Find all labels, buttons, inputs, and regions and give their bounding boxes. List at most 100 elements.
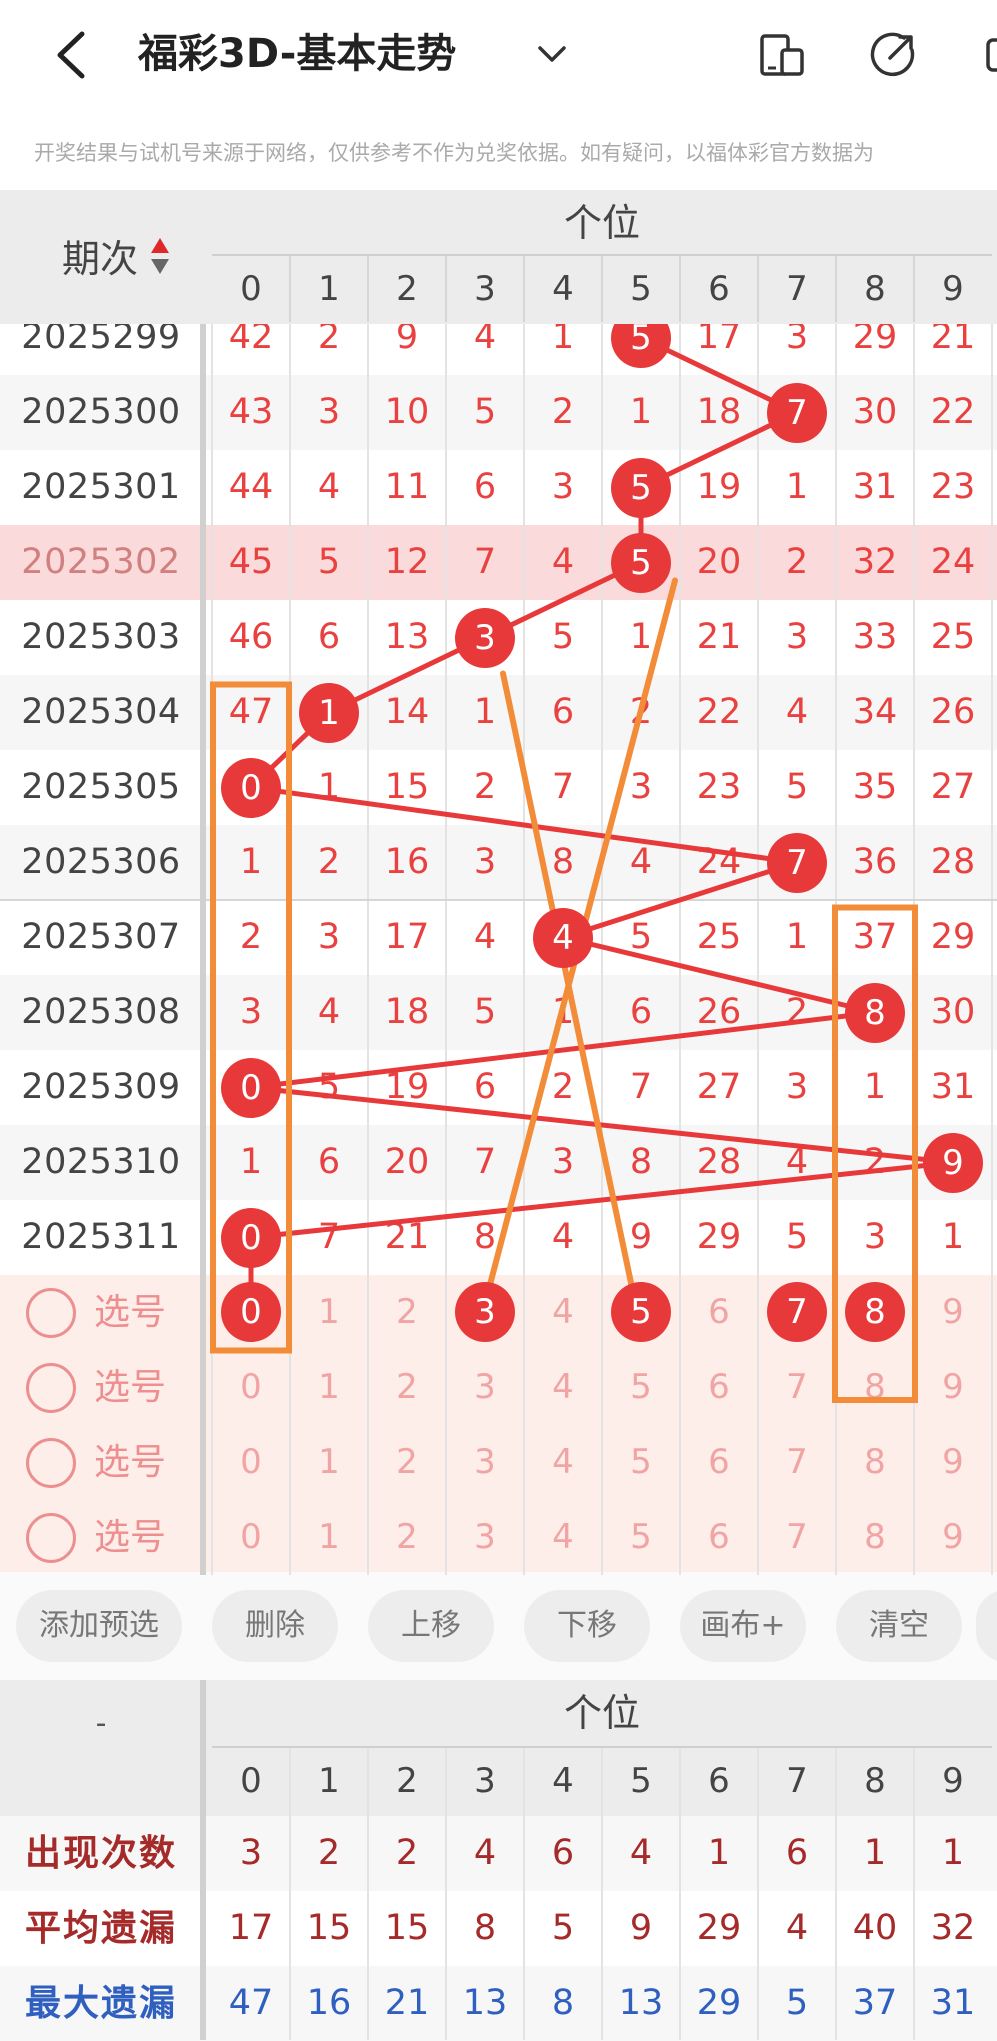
omission-cell: 2 bbox=[551, 392, 575, 432]
back-button[interactable] bbox=[46, 24, 102, 86]
select-digit[interactable]: 1 bbox=[290, 1425, 368, 1500]
column-issue-header[interactable]: 期次 bbox=[62, 228, 138, 283]
select-digit[interactable]: 5 bbox=[602, 1350, 680, 1425]
select-digit[interactable]: 2 bbox=[368, 1425, 446, 1500]
select-digit[interactable]: 9 bbox=[914, 1500, 992, 1575]
digit-column-header: 6 bbox=[708, 269, 730, 309]
select-digit[interactable]: 0 bbox=[212, 1350, 290, 1425]
omission-cell: 1 bbox=[863, 1067, 887, 1107]
stats-row-label: 出现次数 bbox=[24, 1833, 177, 1874]
select-digit[interactable]: 9 bbox=[914, 1350, 992, 1425]
omission-cell: 26 bbox=[930, 692, 976, 732]
omission-cell: 2 bbox=[785, 542, 809, 582]
stats-value: 2 bbox=[317, 1833, 341, 1873]
device-switch-button[interactable] bbox=[758, 30, 808, 80]
stats-value: 6 bbox=[551, 1833, 575, 1873]
omission-cell: 8 bbox=[629, 1142, 653, 1182]
select-digit[interactable]: 6 bbox=[680, 1425, 758, 1500]
select-digit[interactable]: 8 bbox=[836, 1500, 914, 1575]
stats-corner: - bbox=[95, 1706, 107, 1741]
select-label[interactable]: 选号 bbox=[94, 1425, 166, 1500]
canvas-plus-button[interactable]: 画布+ bbox=[680, 1590, 806, 1662]
omission-cell: 43 bbox=[228, 392, 274, 432]
hit-ball: 8 bbox=[845, 982, 905, 1043]
select-digit[interactable]: 1 bbox=[290, 1350, 368, 1425]
move-up-button[interactable]: 上移 bbox=[368, 1590, 494, 1662]
title-dropdown[interactable] bbox=[534, 32, 570, 76]
select-label[interactable]: 选号 bbox=[94, 1350, 166, 1425]
select-radio[interactable] bbox=[26, 1363, 76, 1413]
stats-value: 17 bbox=[228, 1908, 274, 1948]
select-digit[interactable]: 7 bbox=[758, 1500, 836, 1575]
select-digit[interactable]: 0 bbox=[212, 1425, 290, 1500]
select-digit[interactable]: 9 bbox=[914, 1275, 992, 1350]
stats-column-header: 3 bbox=[474, 1761, 496, 1801]
select-label[interactable]: 选号 bbox=[94, 1500, 166, 1575]
select-digit[interactable]: 2 bbox=[368, 1275, 446, 1350]
omission-cell: 18 bbox=[384, 992, 430, 1032]
select-digit[interactable]: 9 bbox=[914, 1425, 992, 1500]
omission-cell: 4 bbox=[785, 1142, 809, 1182]
delete-button[interactable]: 删除 bbox=[212, 1590, 338, 1662]
select-digit[interactable]: 2 bbox=[368, 1500, 446, 1575]
page-title[interactable]: 福彩3D-基本走势 bbox=[138, 26, 456, 82]
select-digit[interactable]: 7 bbox=[758, 1350, 836, 1425]
stats-value: 47 bbox=[228, 1983, 274, 2023]
select-digit[interactable]: 3 bbox=[446, 1350, 524, 1425]
select-label[interactable]: 选号 bbox=[94, 1275, 166, 1350]
select-digit[interactable]: 3 bbox=[446, 1425, 524, 1500]
select-digit[interactable]: 4 bbox=[524, 1500, 602, 1575]
stats-column-header: 2 bbox=[396, 1761, 418, 1801]
add-preselect-button[interactable]: 添加预选 bbox=[16, 1590, 182, 1662]
omission-cell: 5 bbox=[473, 992, 497, 1032]
picked-ball[interactable]: 7 bbox=[767, 1282, 827, 1342]
stats-value: 9 bbox=[629, 1908, 653, 1948]
select-digit[interactable]: 4 bbox=[524, 1275, 602, 1350]
omission-cell: 34 bbox=[852, 692, 898, 732]
omission-cell: 37 bbox=[852, 917, 898, 957]
more-button[interactable] bbox=[976, 30, 997, 80]
omission-cell: 6 bbox=[551, 692, 575, 732]
clear-button[interactable]: 清空 bbox=[836, 1590, 962, 1662]
sort-icon[interactable] bbox=[150, 236, 170, 276]
select-digit[interactable]: 6 bbox=[680, 1275, 758, 1350]
omission-cell: 2 bbox=[551, 1067, 575, 1107]
select-radio[interactable] bbox=[26, 1513, 76, 1563]
omission-cell: 45 bbox=[228, 542, 274, 582]
omission-cell: 36 bbox=[852, 842, 898, 882]
select-digit[interactable]: 5 bbox=[602, 1425, 680, 1500]
grid-divider bbox=[289, 1748, 291, 2040]
select-digit[interactable]: 5 bbox=[602, 1500, 680, 1575]
stats-value: 1 bbox=[707, 1833, 731, 1873]
select-digit[interactable]: 1 bbox=[290, 1500, 368, 1575]
hit-ball: 7 bbox=[767, 382, 827, 443]
select-digit[interactable]: 6 bbox=[680, 1500, 758, 1575]
select-digit[interactable]: 8 bbox=[836, 1425, 914, 1500]
select-digit[interactable]: 8 bbox=[836, 1350, 914, 1425]
omission-cell: 20 bbox=[696, 542, 742, 582]
stats-value: 1 bbox=[863, 1833, 887, 1873]
picked-ball[interactable]: 3 bbox=[455, 1282, 515, 1342]
select-radio[interactable] bbox=[26, 1288, 76, 1338]
picked-ball[interactable]: 5 bbox=[611, 1282, 671, 1342]
select-digit[interactable]: 4 bbox=[524, 1425, 602, 1500]
omission-cell: 28 bbox=[696, 1142, 742, 1182]
move-down-button[interactable]: 下移 bbox=[524, 1590, 650, 1662]
omission-cell: 27 bbox=[930, 767, 976, 807]
picked-ball[interactable]: 0 bbox=[221, 1282, 281, 1342]
hit-ball: 5 bbox=[611, 457, 671, 518]
grid-divider bbox=[913, 1748, 915, 2040]
select-radio[interactable] bbox=[26, 1438, 76, 1488]
select-digit[interactable]: 0 bbox=[212, 1500, 290, 1575]
select-digit[interactable]: 3 bbox=[446, 1500, 524, 1575]
picked-ball[interactable]: 8 bbox=[845, 1282, 905, 1342]
stats-column-header: 0 bbox=[240, 1761, 262, 1801]
select-digit[interactable]: 1 bbox=[290, 1275, 368, 1350]
select-digit[interactable]: 4 bbox=[524, 1350, 602, 1425]
select-digit[interactable]: 6 bbox=[680, 1350, 758, 1425]
select-digit[interactable]: 2 bbox=[368, 1350, 446, 1425]
omission-cell: 10 bbox=[384, 392, 430, 432]
omission-cell: 1 bbox=[941, 1217, 965, 1257]
select-digit[interactable]: 7 bbox=[758, 1425, 836, 1500]
share-button[interactable] bbox=[868, 30, 918, 80]
